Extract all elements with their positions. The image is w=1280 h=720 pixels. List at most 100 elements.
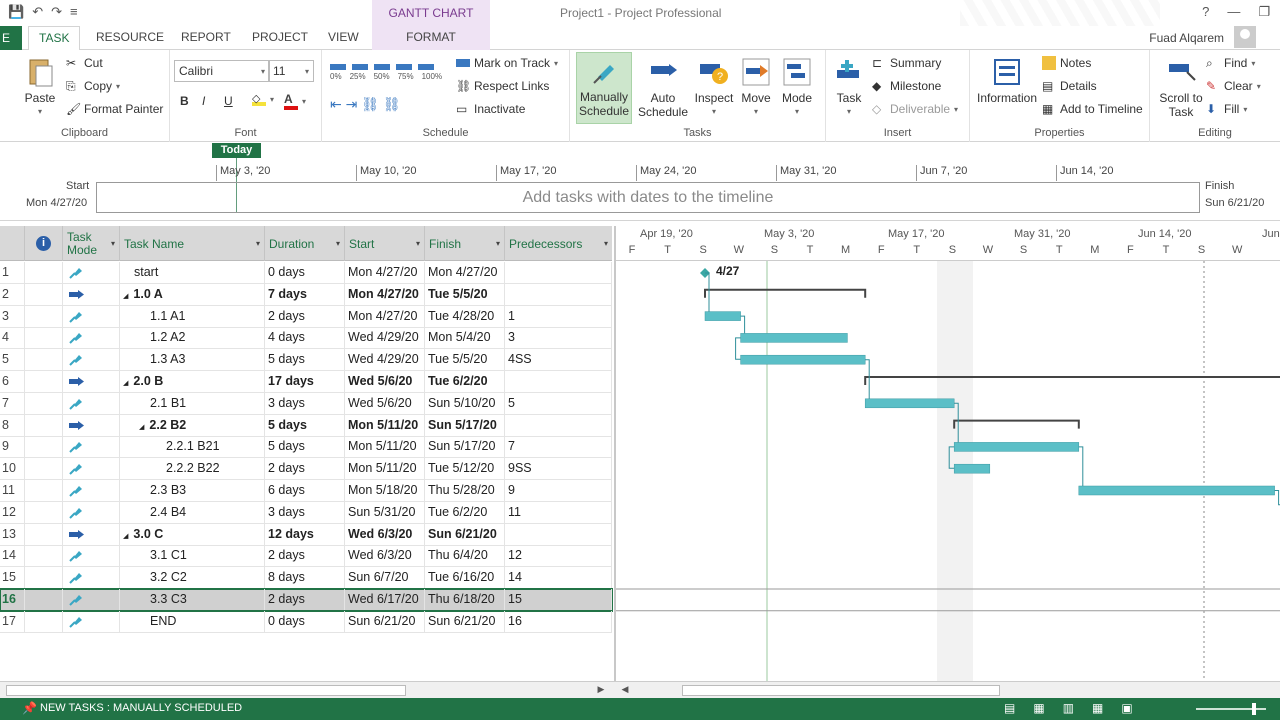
start-cell[interactable]: Mon 5/11/20	[345, 414, 425, 436]
duration-cell[interactable]: 5 days	[265, 414, 345, 436]
row-number[interactable]: 2	[0, 283, 25, 305]
clear-button[interactable]: ✎ Clear ▾	[1206, 79, 1261, 93]
duration-cell[interactable]: 5 days	[265, 436, 345, 458]
start-cell[interactable]: Mon 5/11/20	[345, 436, 425, 458]
predecessors-cell[interactable]: 5	[505, 392, 612, 414]
row-number[interactable]: 4	[0, 327, 25, 349]
duration-cell[interactable]: 2 days	[265, 545, 345, 567]
gantt-scroll-left[interactable]: ◀	[618, 684, 632, 697]
table-row[interactable]: 12 2.4 B4 3 days Sun 5/31/20 Tue 6/2/20 11	[0, 501, 612, 524]
duration-cell[interactable]: 7 days	[265, 283, 345, 305]
avatar[interactable]	[1234, 26, 1256, 48]
predecessors-cell[interactable]: 16	[505, 610, 612, 632]
finish-cell[interactable]: Sun 5/17/20	[425, 414, 505, 436]
start-cell[interactable]: Mon 4/27/20	[345, 305, 425, 327]
zoom-slider-thumb[interactable]	[1252, 703, 1256, 715]
task-mode-cell[interactable]	[63, 283, 120, 305]
table-row[interactable]: 16 3.3 C3 2 days Wed 6/17/20 Thu 6/18/20 15	[0, 588, 613, 612]
start-cell[interactable]: Sun 5/31/20	[345, 501, 425, 523]
restore-icon[interactable]: ❐	[1258, 4, 1270, 20]
table-row[interactable]: 9 2.2.1 B21 5 days Mon 5/11/20 Sun 5/17/20 7	[0, 436, 612, 459]
duration-cell[interactable]: 3 days	[265, 501, 345, 523]
row-number[interactable]: 9	[0, 436, 25, 458]
help-icon[interactable]: ?	[1202, 4, 1209, 20]
finish-cell[interactable]: Thu 6/4/20	[425, 545, 505, 567]
task-mode-cell[interactable]	[63, 567, 120, 589]
duration-cell[interactable]: 0 days	[265, 610, 345, 632]
table-row[interactable]: 7 2.1 B1 3 days Wed 5/6/20 Sun 5/10/20 5	[0, 392, 612, 415]
task-name-cell[interactable]: 2.4 B4	[120, 501, 265, 523]
task-mode-cell[interactable]	[63, 349, 120, 371]
finish-cell[interactable]: Sun 5/10/20	[425, 392, 505, 414]
finish-cell[interactable]: Tue 5/12/20	[425, 458, 505, 480]
start-header[interactable]: Start ▾	[345, 226, 425, 261]
table-row[interactable]: 17 END 0 days Sun 6/21/20 Sun 6/21/20 16	[0, 610, 612, 633]
tab-project[interactable]: PROJECT	[252, 30, 308, 44]
table-row[interactable]: 3 1.1 A1 2 days Mon 4/27/20 Tue 4/28/20 1	[0, 305, 612, 328]
predecessors-cell[interactable]	[505, 283, 612, 305]
table-row[interactable]: 11 2.3 B3 6 days Mon 5/18/20 Thu 5/28/20 9	[0, 480, 612, 502]
duration-cell[interactable]: 2 days	[265, 458, 345, 480]
summary-button[interactable]: ⊏ Summary	[872, 56, 941, 70]
task-name-cell[interactable]: END	[120, 610, 265, 632]
task-name-cell[interactable]: 3.2 C2	[120, 567, 265, 589]
tab-view[interactable]: VIEW	[328, 30, 359, 44]
redo-icon[interactable]: ↷	[51, 4, 62, 20]
tab-resource[interactable]: RESOURCE	[96, 30, 164, 44]
task-bar[interactable]	[704, 311, 741, 321]
finish-cell[interactable]: Mon 5/4/20	[425, 327, 505, 349]
start-cell[interactable]: Mon 4/27/20	[345, 262, 425, 283]
fill-button[interactable]: ⬇ Fill ▾	[1206, 102, 1247, 116]
indicators-column-header[interactable]: i	[25, 226, 63, 261]
new-tasks-mode[interactable]: NEW TASKS : MANUALLY SCHEDULED	[40, 702, 242, 714]
font-size-select[interactable]: 11 ▾	[268, 60, 314, 82]
inactivate-button[interactable]: ▭ Inactivate	[456, 102, 525, 116]
summary-bar[interactable]	[704, 288, 867, 298]
start-cell[interactable]: Wed 4/29/20	[345, 349, 425, 371]
row-number[interactable]: 11	[0, 480, 25, 501]
task-mode-cell[interactable]	[63, 392, 120, 414]
task-bar[interactable]	[953, 442, 1080, 452]
finish-cell[interactable]: Tue 6/2/20	[425, 501, 505, 523]
task-mode-cell[interactable]	[63, 414, 120, 436]
task-name-cell[interactable]: ◢ 3.0 C	[120, 523, 265, 545]
finish-cell[interactable]: Tue 6/16/20	[425, 567, 505, 589]
copy-button[interactable]: ⎘ Copy ▾	[66, 79, 120, 93]
start-cell[interactable]: Mon 5/11/20	[345, 458, 425, 480]
task-insert-button[interactable]: Task ▾	[830, 54, 868, 119]
task-bar[interactable]	[864, 398, 955, 409]
table-row[interactable]: 4 1.2 A2 4 days Wed 4/29/20 Mon 5/4/20 3	[0, 327, 612, 350]
finish-cell[interactable]: Mon 4/27/20	[425, 262, 505, 283]
row-number[interactable]: 6	[0, 371, 25, 392]
duration-cell[interactable]: 2 days	[265, 589, 345, 610]
customize-qat-icon[interactable]: ≡	[70, 4, 78, 20]
row-number[interactable]: 3	[0, 305, 25, 327]
predecessors-header[interactable]: Predecessors ▾	[505, 226, 612, 261]
predecessors-cell[interactable]: 1	[505, 305, 612, 327]
task-name-cell[interactable]: ◢ 2.2 B2	[120, 414, 265, 436]
predecessors-cell[interactable]	[505, 262, 612, 283]
task-name-cell[interactable]: ◢ 1.0 A	[120, 283, 265, 305]
task-bar[interactable]	[1078, 485, 1275, 496]
start-cell[interactable]: Mon 5/18/20	[345, 480, 425, 501]
user-name[interactable]: Fuad Alqarem	[1149, 31, 1224, 45]
zoom-slider[interactable]	[1196, 703, 1266, 715]
auto-schedule-button[interactable]: Auto Schedule	[636, 54, 690, 119]
bold-button[interactable]: B	[180, 94, 189, 108]
task-usage-icon[interactable]: ▦	[1033, 701, 1044, 715]
task-mode-cell[interactable]	[63, 589, 120, 610]
italic-button[interactable]: I	[202, 94, 205, 108]
row-number[interactable]: 1	[0, 262, 25, 283]
row-number[interactable]: 7	[0, 392, 25, 414]
start-cell[interactable]: Wed 5/6/20	[345, 392, 425, 414]
summary-bar[interactable]	[864, 376, 1280, 385]
row-number[interactable]: 10	[0, 458, 25, 480]
start-cell[interactable]: Sun 6/7/20	[345, 567, 425, 589]
task-name-cell[interactable]: 1.2 A2	[120, 327, 265, 349]
duration-cell[interactable]: 8 days	[265, 567, 345, 589]
duration-cell[interactable]: 6 days	[265, 480, 345, 501]
task-name-header[interactable]: Task Name ▾	[120, 226, 265, 261]
manually-schedule-button[interactable]: Manually Schedule	[576, 52, 632, 124]
font-color-button[interactable]: A ▾	[284, 92, 306, 110]
format-painter-button[interactable]: 🖌 Format Painter	[66, 102, 163, 116]
